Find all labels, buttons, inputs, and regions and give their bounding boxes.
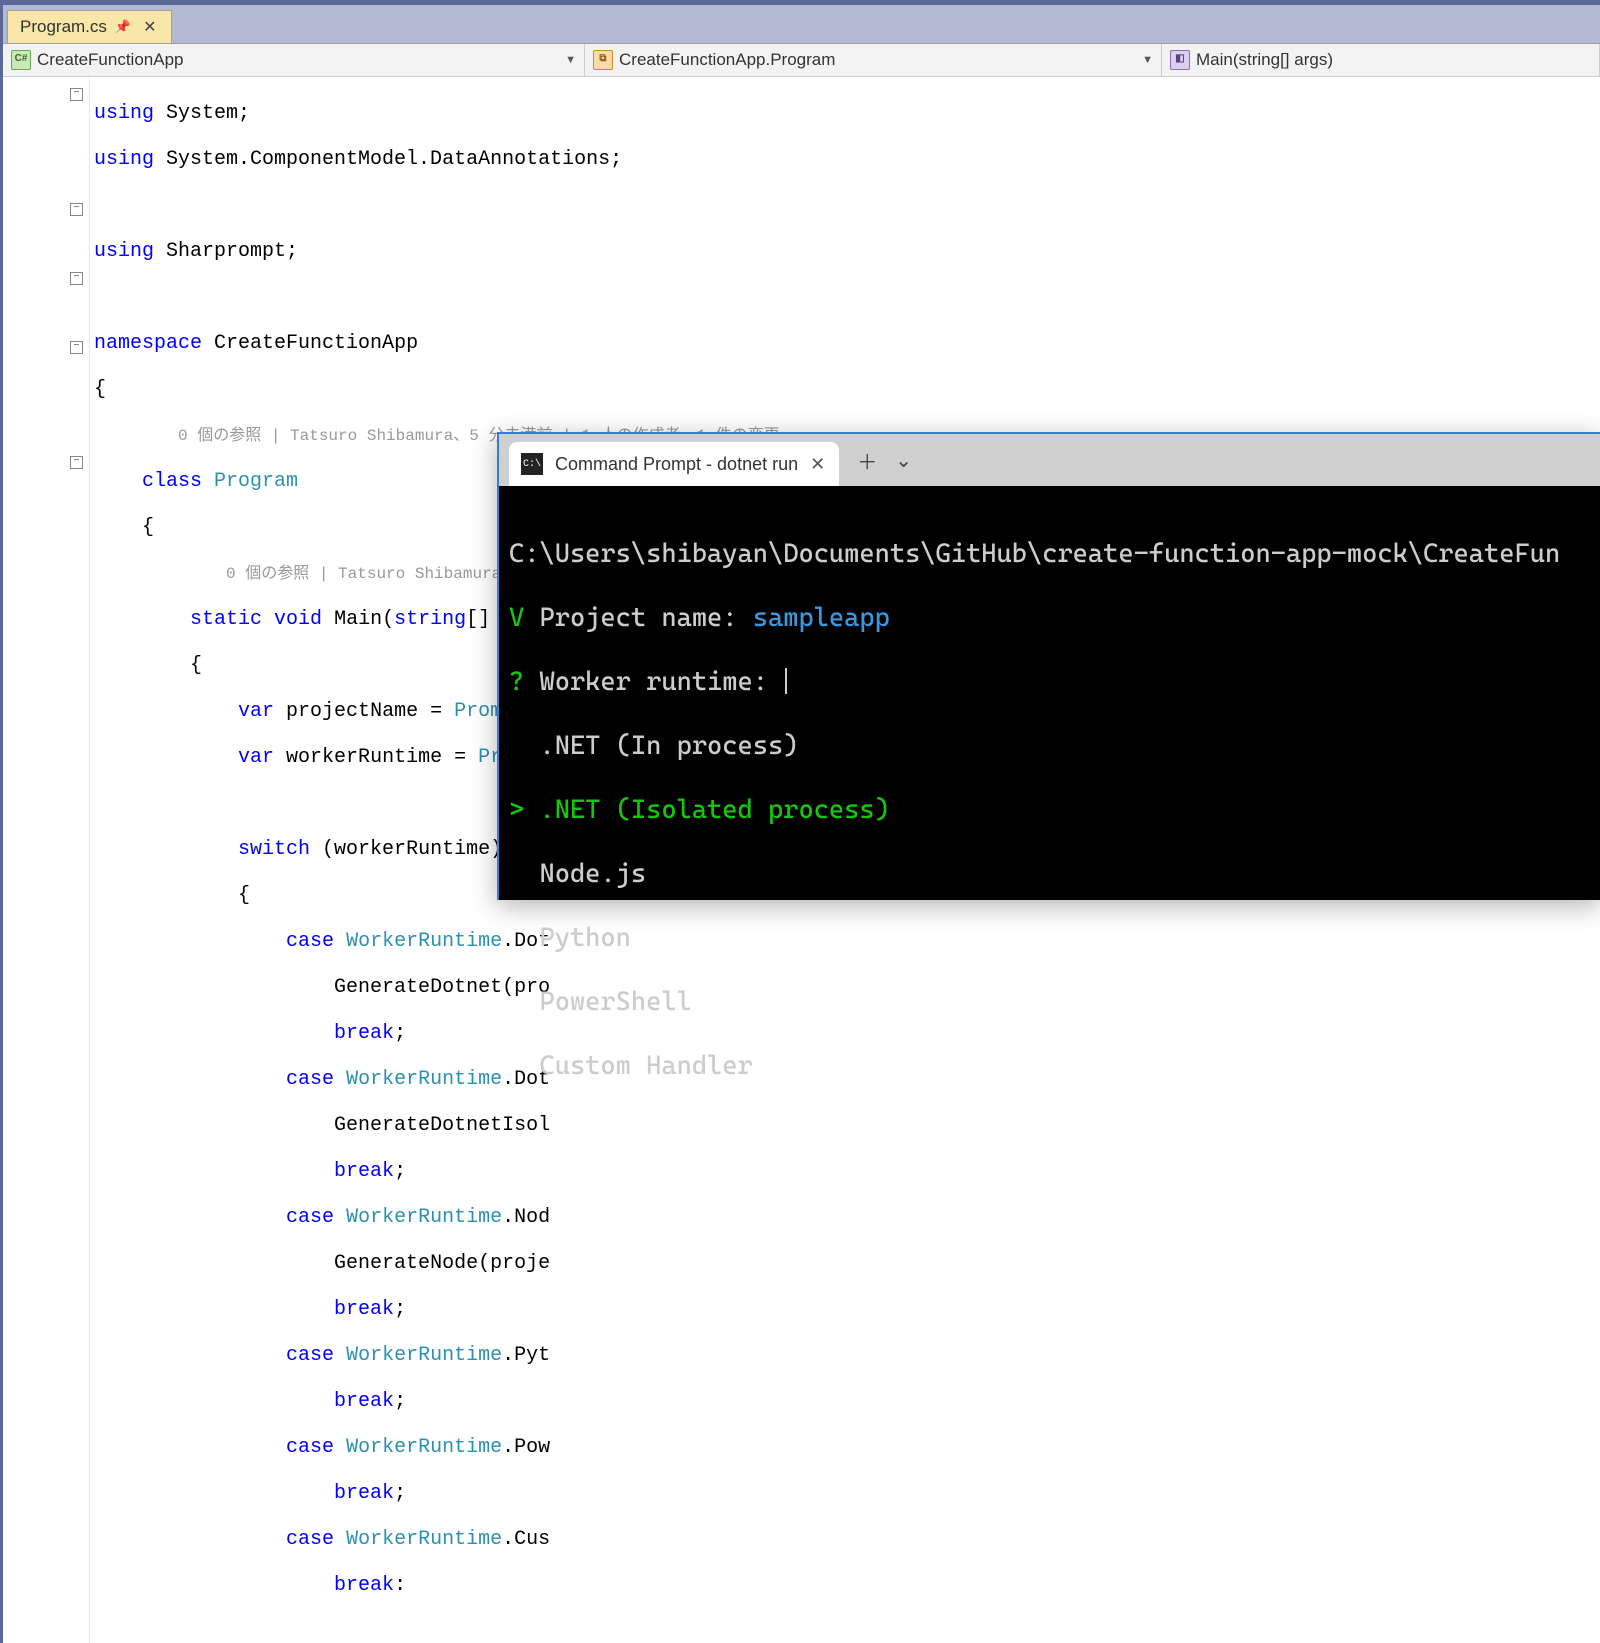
project-selector[interactable]: C# CreateFunctionApp ▼: [3, 44, 585, 76]
option-3[interactable]: Python: [539, 923, 630, 953]
class-icon: ⧉: [593, 50, 613, 70]
fold-toggle[interactable]: −: [70, 272, 83, 285]
chevron-down-icon: ▼: [565, 54, 576, 66]
file-tabbar: Program.cs 📌 ✕: [3, 5, 1600, 44]
fold-toggle[interactable]: −: [70, 341, 83, 354]
close-icon[interactable]: ✕: [810, 454, 825, 475]
terminal-tabbar: C:\ Command Prompt - dotnet run ✕ ＋ ⌄: [499, 434, 1600, 486]
terminal-tab[interactable]: C:\ Command Prompt - dotnet run ✕: [509, 442, 839, 486]
type-selector[interactable]: ⧉ CreateFunctionApp.Program ▼: [585, 44, 1162, 76]
add-tab-button[interactable]: ＋: [857, 446, 877, 475]
fold-toggle[interactable]: −: [70, 456, 83, 469]
project-name: CreateFunctionApp: [37, 50, 183, 70]
gutter: − − − − −: [3, 77, 90, 1643]
pin-icon[interactable]: 📌: [115, 19, 131, 35]
member-selector[interactable]: ◧ Main(string[] args): [1162, 44, 1600, 76]
tab-dropdown-button[interactable]: ⌄: [895, 448, 912, 473]
member-name: Main(string[] args): [1196, 50, 1333, 70]
type-name: CreateFunctionApp.Program: [619, 50, 835, 70]
close-icon[interactable]: ✕: [139, 17, 160, 37]
terminal-cwd: C:\Users\shibayan\Documents\GitHub\creat…: [509, 538, 1596, 570]
cursor: [785, 668, 787, 694]
terminal-tab-title: Command Prompt - dotnet run: [555, 454, 798, 475]
option-5[interactable]: Custom Handler: [539, 1051, 752, 1081]
method-icon: ◧: [1170, 50, 1190, 70]
terminal-body[interactable]: C:\Users\shibayan\Documents\GitHub\creat…: [499, 486, 1600, 1150]
option-1-selected[interactable]: .NET (Isolated process): [539, 795, 889, 825]
fold-toggle[interactable]: −: [70, 203, 83, 216]
csharp-project-icon: C#: [11, 50, 31, 70]
option-0[interactable]: .NET (In process): [539, 731, 798, 761]
fold-toggle[interactable]: −: [70, 88, 83, 101]
cmd-icon: C:\: [521, 453, 543, 475]
navigation-bar: C# CreateFunctionApp ▼ ⧉ CreateFunctionA…: [3, 44, 1600, 77]
terminal-window: C:\ Command Prompt - dotnet run ✕ ＋ ⌄ C:…: [497, 432, 1600, 900]
file-tab-program[interactable]: Program.cs 📌 ✕: [7, 10, 172, 43]
option-2[interactable]: Node.js: [539, 859, 646, 889]
tab-title: Program.cs: [20, 17, 107, 37]
chevron-down-icon: ▼: [1142, 54, 1153, 66]
option-4[interactable]: PowerShell: [539, 987, 691, 1017]
